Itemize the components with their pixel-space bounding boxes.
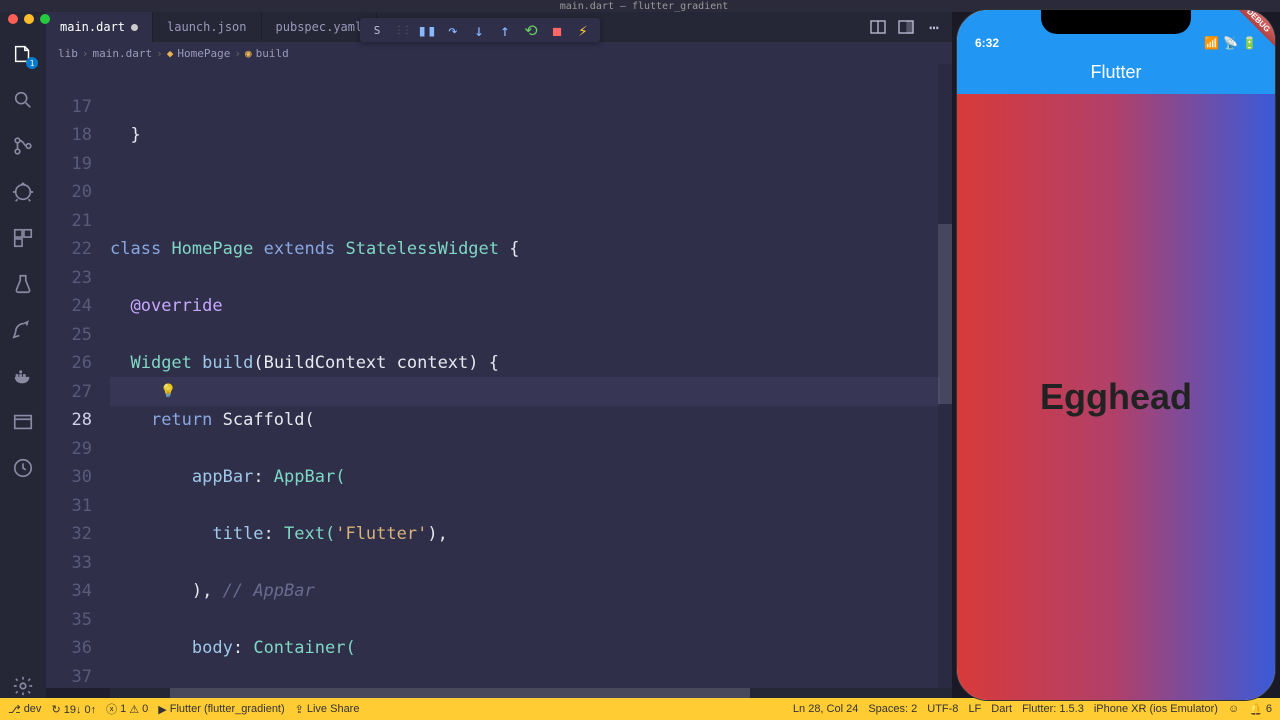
wifi-icon: 📡 [1223,36,1238,50]
cursor-position[interactable]: Ln 28, Col 24 [793,703,858,715]
live-share-status[interactable]: ⇪ Live Share [295,703,360,716]
tab-label: pubspec.yaml [276,20,363,34]
tab-label: main.dart [60,20,125,34]
more-icon[interactable]: ⋯ [926,19,942,35]
signal-icon: 📶 [1204,36,1219,50]
code-editor[interactable]: 💡 17 18 19 20 21 22 23 24 25 26 27 28 29 [46,64,952,688]
current-line-highlight [110,377,940,406]
test-icon[interactable] [11,272,35,296]
project-icon[interactable] [11,410,35,434]
traffic-lights [8,14,50,24]
git-branch[interactable]: ⎇ dev [8,703,41,716]
status-right-icons: 📶 📡 🔋 [1204,36,1257,50]
tab-main-dart[interactable]: main.dart [46,12,153,42]
scrollbar-thumb[interactable] [170,688,750,698]
layout-icon[interactable] [898,19,914,35]
debug-toolbar[interactable]: S ⋮⋮ ▮▮ ↷ ↓ ↑ ⟲ ◼ ⚡ [360,18,600,42]
method-icon: ◉ [245,47,252,60]
notifications[interactable]: 🔔 6 [1249,703,1272,716]
restart-icon[interactable]: ⟲ [522,21,540,39]
source-control-icon[interactable] [11,134,35,158]
close-window-button[interactable] [8,14,18,24]
search-icon[interactable] [11,88,35,112]
class-icon: ◆ [167,47,174,60]
explorer-badge: 1 [26,57,38,69]
iphone-simulator[interactable]: DEBUG 6:32 📶 📡 🔋 Flutter Egghead [956,9,1276,701]
minimap[interactable] [938,64,952,688]
flutter-appbar: Flutter [957,50,1275,94]
battery-icon: 🔋 [1242,36,1257,50]
crumb-folder[interactable]: lib [58,47,78,60]
tab-launch-json[interactable]: launch.json [153,12,261,42]
explorer-icon[interactable]: 1 [11,42,35,66]
debug-config-label: S [368,21,386,39]
device-selector[interactable]: iPhone XR (ios Emulator) [1094,703,1218,715]
step-into-icon[interactable]: ↓ [470,21,488,39]
chevron-right-icon: › [234,47,241,60]
pause-icon[interactable]: ▮▮ [418,21,436,39]
docker-icon[interactable] [11,364,35,388]
horizontal-scrollbar[interactable] [110,688,952,698]
flutter-version[interactable]: Flutter: 1.5.3 [1022,703,1084,715]
step-over-icon[interactable]: ↷ [444,21,462,39]
code-content[interactable]: } class HomePage extends StatelessWidget… [110,64,952,688]
dirty-indicator-icon [131,24,138,31]
step-out-icon[interactable]: ↑ [496,21,514,39]
chevron-right-icon: › [82,47,89,60]
drag-handle-icon[interactable]: ⋮⋮ [394,25,410,36]
flutter-project[interactable]: ▶ Flutter (flutter_gradient) [158,703,284,716]
appbar-title: Flutter [1090,62,1141,83]
eol[interactable]: LF [968,703,981,715]
split-editor-icon[interactable] [870,19,886,35]
activity-bar: 1 [0,12,46,698]
indentation[interactable]: Spaces: 2 [868,703,917,715]
flutter-body: Egghead [957,94,1275,700]
breadcrumbs[interactable]: lib › main.dart › ◆ HomePage › ◉ build [46,42,952,64]
timeline-icon[interactable] [11,456,35,480]
minimize-window-button[interactable] [24,14,34,24]
editor-toolbar: ⋯ [870,12,952,42]
body-text: Egghead [1040,376,1192,418]
maximize-window-button[interactable] [40,14,50,24]
chevron-right-icon: › [156,47,163,60]
status-time: 6:32 [975,36,999,50]
crumb-class[interactable]: HomePage [177,47,230,60]
stop-icon[interactable]: ◼ [548,21,566,39]
debug-icon[interactable] [11,180,35,204]
problems[interactable]: ⓧ 1 ⚠ 0 [106,701,148,717]
extensions-icon[interactable] [11,226,35,250]
encoding[interactable]: UTF-8 [927,703,958,715]
crumb-file[interactable]: main.dart [93,47,153,60]
status-bar: ⎇ dev ↻ 19↓ 0↑ ⓧ 1 ⚠ 0 ▶ Flutter (flutte… [0,698,1280,720]
phone-notch [1041,10,1191,34]
feedback-icon[interactable]: ☺ [1228,703,1239,715]
live-share-icon[interactable] [11,318,35,342]
git-sync[interactable]: ↻ 19↓ 0↑ [51,703,96,716]
hot-reload-icon[interactable]: ⚡ [574,21,592,39]
minimap-thumb[interactable] [938,224,952,404]
language-mode[interactable]: Dart [991,703,1012,715]
crumb-method[interactable]: build [256,47,289,60]
tab-label: launch.json [167,20,246,34]
line-gutter: 17 18 19 20 21 22 23 24 25 26 27 28 29 3… [46,64,110,688]
settings-gear-icon[interactable] [11,674,35,698]
simulator-panel: iPhone XR — 12.2 DEBUG 6:32 📶 📡 🔋 Flutte… [952,12,1280,698]
